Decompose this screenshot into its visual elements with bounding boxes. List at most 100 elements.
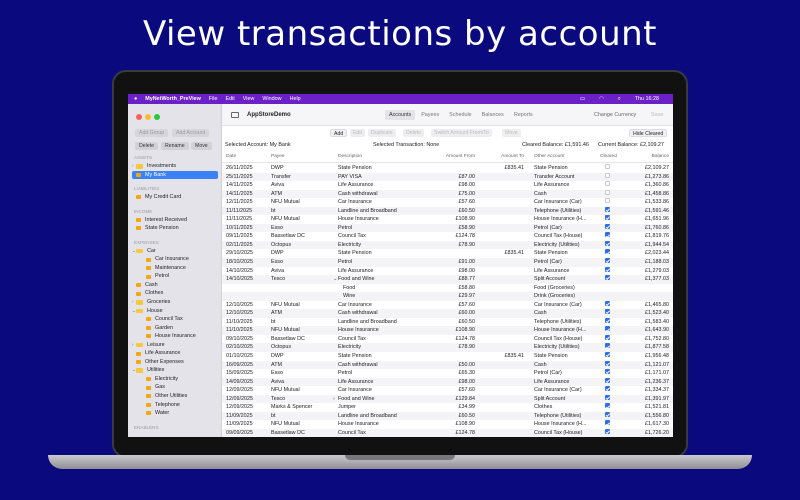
- table-row[interactable]: 14/10/2025 Aviva Life Assurance £98.00 Life …: [222, 266, 673, 276]
- sidebar-item[interactable]: Other Expenses: [132, 358, 218, 367]
- col-amount-from[interactable]: Amount From: [446, 154, 475, 159]
- table-row[interactable]: 10/11/2025 Esso Petrol £58.90 Petrol (Car) £1…: [222, 223, 673, 233]
- table-row[interactable]: 02/11/2025 Octopus Electricity £78.90 Electr…: [222, 240, 673, 250]
- table-row[interactable]: 11/09/2025 bt Landline and Broadband £60.50…: [222, 411, 673, 421]
- tab-balances[interactable]: Balances: [478, 110, 508, 120]
- sidebar-item[interactable]: ⌄ Utilities: [132, 366, 218, 375]
- col-balance[interactable]: Balance: [652, 154, 669, 159]
- battery-icon[interactable]: ▭: [580, 96, 585, 102]
- sidebar-item[interactable]: ⌄ House: [132, 307, 218, 316]
- wifi-icon[interactable]: ◠: [599, 96, 604, 102]
- sidebar-item[interactable]: Clothes: [132, 289, 218, 298]
- cleared-checkbox[interactable]: [605, 198, 610, 204]
- delete-account-button[interactable]: Delete: [135, 142, 158, 150]
- tab-schedule[interactable]: Schedule: [445, 110, 475, 120]
- col-description[interactable]: Description: [338, 154, 362, 159]
- col-date[interactable]: Date: [226, 154, 236, 159]
- sidebar-item[interactable]: Life Assurance: [132, 349, 218, 358]
- cleared-checkbox[interactable]: [605, 189, 610, 195]
- col-payee[interactable]: Payee: [271, 154, 285, 159]
- table-row[interactable]: 02/10/2025 Octopus Electricity £78.90 Electr…: [222, 343, 673, 353]
- change-currency-button[interactable]: Change Currency: [594, 112, 636, 118]
- sidebar-item[interactable]: › Investments: [132, 162, 218, 171]
- table-row[interactable]: 29/10/2025 DWP State Pension £835.41 State P…: [222, 249, 673, 258]
- sidebar-item[interactable]: Car Insurance: [132, 255, 218, 264]
- menu-file[interactable]: File: [209, 96, 218, 102]
- table-row[interactable]: 09/11/2025 Bassetlaw DC Council Tax £124.78…: [222, 232, 673, 241]
- cleared-checkbox[interactable]: [605, 369, 610, 375]
- table-row[interactable]: 01/10/2025 DWP State Pension £835.41 State P…: [222, 352, 673, 361]
- cleared-checkbox[interactable]: [605, 403, 610, 409]
- duplicate-button[interactable]: Duplicate: [368, 129, 396, 137]
- sidebar-item[interactable]: My Bank: [132, 170, 218, 180]
- add-account-button[interactable]: Add Account: [172, 129, 210, 137]
- cleared-checkbox[interactable]: [605, 223, 610, 229]
- cleared-checkbox[interactable]: [605, 317, 610, 323]
- cleared-checkbox[interactable]: [605, 420, 610, 426]
- close-window-button[interactable]: [136, 114, 142, 120]
- col-amount-to[interactable]: Amount To: [501, 154, 524, 159]
- cleared-checkbox[interactable]: [605, 428, 610, 434]
- table-row[interactable]: 14/11/2025 Aviva Life Assurance £98.00 Life …: [222, 181, 673, 190]
- cleared-checkbox[interactable]: [605, 377, 610, 383]
- cleared-checkbox[interactable]: [605, 181, 610, 187]
- sidebar-item[interactable]: Cash: [132, 281, 218, 290]
- add-transaction-button[interactable]: Add: [330, 129, 348, 137]
- sidebar-item[interactable]: State Pension: [132, 224, 218, 233]
- hide-cleared-button[interactable]: Hide Cleared: [629, 129, 668, 137]
- table-row[interactable]: 12/09/2025 Tesco › Food and Wine £129.84 Spli…: [222, 394, 673, 404]
- sidebar-item[interactable]: Petrol: [132, 272, 218, 281]
- cleared-checkbox[interactable]: [605, 352, 610, 358]
- minimize-window-button[interactable]: [145, 114, 151, 120]
- table-row[interactable]: 14/10/2025 Tesco ⌄ Food and Wine £88.77 Split…: [222, 275, 673, 284]
- sidebar-item[interactable]: › Groceries: [132, 298, 218, 307]
- sidebar-item[interactable]: Interest Received: [132, 216, 218, 225]
- table-row[interactable]: 12/10/2025 NFU Mutual Car Insurance £57.60 C…: [222, 300, 673, 310]
- cleared-checkbox[interactable]: [605, 275, 610, 281]
- table-row[interactable]: Food £58.80 Food (Groceries): [222, 284, 673, 293]
- delete-transaction-button[interactable]: Delete: [403, 129, 424, 137]
- table-row[interactable]: 26/11/2025 DWP State Pension £835.41 State P…: [222, 164, 673, 173]
- cleared-checkbox[interactable]: [605, 300, 610, 306]
- table-row[interactable]: 12/10/2025 ATM Cash withdrawal £60.00 Cash £1…: [222, 309, 673, 318]
- cleared-checkbox[interactable]: [605, 215, 610, 221]
- table-row[interactable]: 12/11/2025 NFU Mutual Car Insurance £57.60 C…: [222, 198, 673, 207]
- cleared-checkbox[interactable]: [605, 172, 610, 178]
- clock[interactable]: Thu 16:28: [635, 96, 659, 102]
- sidebar-item[interactable]: › Leisure: [132, 341, 218, 350]
- sidebar-item[interactable]: Water: [132, 409, 218, 418]
- table-row[interactable]: 09/10/2025 Bassetlaw DC Council Tax £124.78…: [222, 334, 673, 344]
- cleared-checkbox[interactable]: [605, 360, 610, 366]
- sidebar-item[interactable]: House Insurance: [132, 332, 218, 341]
- table-row[interactable]: 14/09/2025 Aviva Life Assurance £98.00 Life …: [222, 377, 673, 387]
- cleared-checkbox[interactable]: [605, 309, 610, 315]
- table-row[interactable]: 12/09/2025 Marks & Spencer Jumper £34.99 Clo…: [222, 403, 673, 412]
- table-row[interactable]: 15/09/2025 Esso Petrol £65.30 Petrol (Car) £1…: [222, 369, 673, 378]
- sidebar-item[interactable]: Garden: [132, 324, 218, 333]
- cleared-checkbox[interactable]: [605, 164, 610, 169]
- table-row[interactable]: 18/10/2025 Esso Petrol £91.00 Petrol (Car) £1…: [222, 258, 673, 267]
- cleared-checkbox[interactable]: [605, 334, 610, 340]
- table-row[interactable]: 11/11/2025 bt Landline and Broadband £60.50…: [222, 206, 673, 216]
- menu-app-name[interactable]: MyNetWorth_PreView: [145, 96, 201, 102]
- cleared-checkbox[interactable]: [605, 326, 610, 332]
- sidebar-item[interactable]: Other Utilities: [132, 392, 218, 401]
- col-other-account[interactable]: Other Account: [534, 154, 564, 159]
- sidebar-item[interactable]: My Credit Card: [132, 193, 218, 202]
- cleared-checkbox[interactable]: [605, 266, 610, 272]
- zoom-window-button[interactable]: [154, 114, 160, 120]
- cleared-checkbox[interactable]: [605, 240, 610, 246]
- tab-reports[interactable]: Reports: [510, 110, 537, 120]
- table-row[interactable]: 11/09/2025 NFU Mutual House Insurance £108.…: [222, 420, 673, 429]
- sidebar-item[interactable]: ⌄ Car: [132, 247, 218, 256]
- move-transaction-button[interactable]: Move: [502, 129, 521, 137]
- table-row[interactable]: 25/11/2025 Transfer PAY VISA £87.00 Transfer…: [222, 172, 673, 182]
- col-cleared[interactable]: Cleared: [600, 154, 617, 159]
- tab-payees[interactable]: Payees: [417, 110, 443, 120]
- cleared-checkbox[interactable]: [605, 249, 610, 255]
- sidebar-item[interactable]: Maintenance: [132, 264, 218, 273]
- table-row[interactable]: 12/09/2025 NFU Mutual Car Insurance £57.60 C…: [222, 386, 673, 395]
- cleared-checkbox[interactable]: [605, 206, 610, 212]
- cleared-checkbox[interactable]: [605, 343, 610, 349]
- sidebar-item[interactable]: Electricity: [132, 375, 218, 384]
